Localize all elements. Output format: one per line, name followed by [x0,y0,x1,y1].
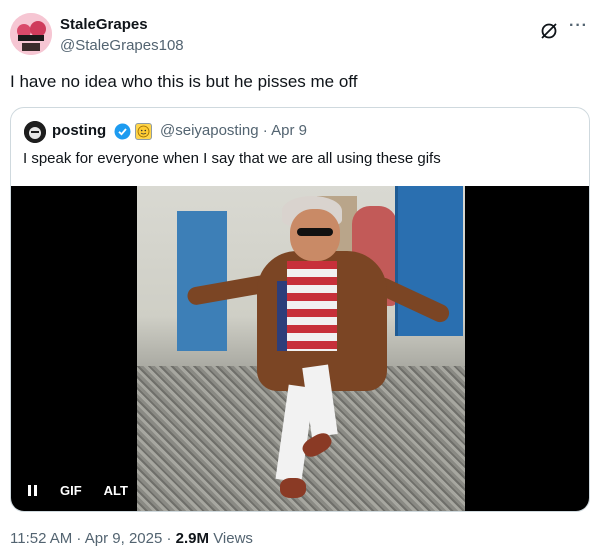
quoted-tweet[interactable]: posting @seiyaposting · Apr 9 I speak fo… [10,107,590,512]
gif-media[interactable]: GIF ALT [11,186,589,511]
quoted-author-name[interactable]: posting [52,122,106,139]
tweet-text: I have no idea who this is but he pisses… [10,72,358,91]
quoted-tweet-text: I speak for everyone when I say that we … [23,150,441,167]
author-name[interactable]: StaleGrapes [60,16,148,33]
media-controls: GIF ALT [28,480,128,500]
cabinet [177,211,227,351]
verified-badge-icon [114,123,131,140]
person-flag-shirt [287,261,337,351]
pause-icon[interactable] [28,484,38,496]
affiliate-badge-icon [135,123,152,140]
timestamp[interactable]: 11:52 AM · Apr 9, 2025 · [10,530,171,547]
gif-frame [137,186,465,511]
gif-label: GIF [60,482,82,498]
views-count: 2.9M [175,530,210,547]
quoted-author-avatar[interactable] [24,121,46,143]
grok-icon[interactable] [539,21,559,41]
views-label: Views [213,530,253,547]
quoted-author-handle[interactable]: @seiyaposting · Apr 9 [160,122,307,139]
person-shoe-left [280,478,306,498]
author-handle[interactable]: @StaleGrapes108 [60,37,184,54]
more-icon[interactable]: ··· [569,18,588,34]
alt-button[interactable]: ALT [104,483,128,498]
person-sunglasses [297,228,333,236]
author-avatar[interactable] [10,13,52,55]
tweet-meta: 11:52 AM · Apr 9, 2025 · 2.9M Views [10,530,253,547]
